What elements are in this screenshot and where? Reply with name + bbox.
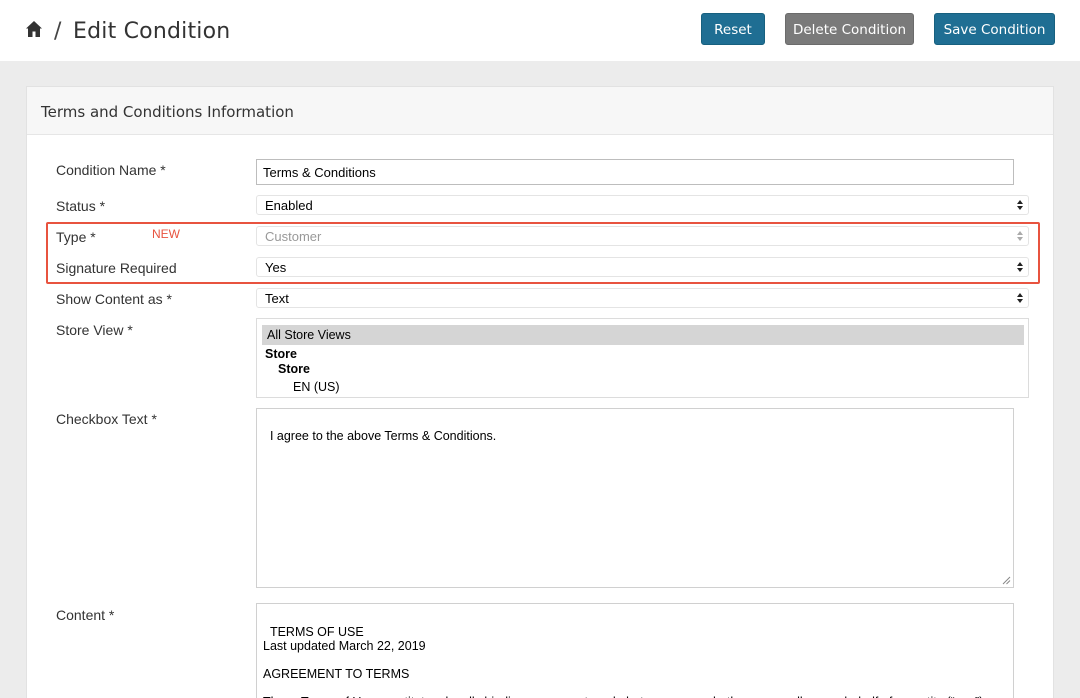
type-select[interactable]: Customer — [256, 226, 1029, 246]
save-condition-button[interactable]: Save Condition — [934, 13, 1055, 45]
select-arrows-icon — [1017, 293, 1023, 303]
resize-grip-icon[interactable] — [1002, 576, 1011, 585]
signature-required-select[interactable]: Yes — [256, 257, 1029, 277]
breadcrumb-separator: / — [54, 19, 62, 44]
content-value: TERMS OF USE Last updated March 22, 2019… — [263, 625, 983, 698]
store-view-listbox[interactable]: All Store Views Store Store EN (US) — [256, 318, 1029, 398]
delete-condition-button[interactable]: Delete Condition — [785, 13, 914, 45]
status-select[interactable]: Enabled — [256, 195, 1029, 215]
checkbox-text-textarea[interactable]: I agree to the above Terms & Conditions. — [256, 408, 1014, 588]
store-view-label: Store View * — [56, 322, 133, 338]
status-label: Status * — [56, 198, 106, 214]
top-bar: / Edit Condition Reset Delete Condition … — [0, 0, 1080, 61]
reset-button[interactable]: Reset — [701, 13, 765, 45]
show-content-select[interactable]: Text — [256, 288, 1029, 308]
select-arrows-icon — [1017, 200, 1023, 210]
panel-title: Terms and Conditions Information — [41, 103, 294, 121]
store-view-subgroup-store: Store — [278, 362, 310, 376]
store-view-group-store: Store — [265, 347, 297, 361]
signature-required-label: Signature Required — [56, 260, 177, 276]
type-value: Customer — [265, 229, 322, 244]
condition-name-label: Condition Name * — [56, 162, 166, 178]
home-icon[interactable] — [25, 20, 43, 38]
content-label: Content * — [56, 607, 115, 623]
panel-header: Terms and Conditions Information — [27, 87, 1053, 135]
select-arrows-icon — [1017, 231, 1023, 241]
type-label: Type * — [56, 229, 96, 245]
page-title: Edit Condition — [73, 19, 231, 44]
content-textarea[interactable]: TERMS OF USE Last updated March 22, 2019… — [256, 603, 1014, 698]
checkbox-text-label: Checkbox Text * — [56, 411, 157, 427]
status-value: Enabled — [265, 198, 313, 213]
store-view-option-all[interactable]: All Store Views — [262, 325, 1024, 345]
new-badge: NEW — [152, 227, 180, 241]
condition-name-input[interactable]: Terms & Conditions — [256, 159, 1014, 185]
show-content-value: Text — [265, 291, 289, 306]
checkbox-text-value: I agree to the above Terms & Conditions. — [269, 429, 497, 443]
show-content-label: Show Content as * — [56, 291, 172, 307]
store-view-option-en-us[interactable]: EN (US) — [293, 380, 340, 394]
select-arrows-icon — [1017, 262, 1023, 272]
signature-required-value: Yes — [265, 260, 287, 275]
